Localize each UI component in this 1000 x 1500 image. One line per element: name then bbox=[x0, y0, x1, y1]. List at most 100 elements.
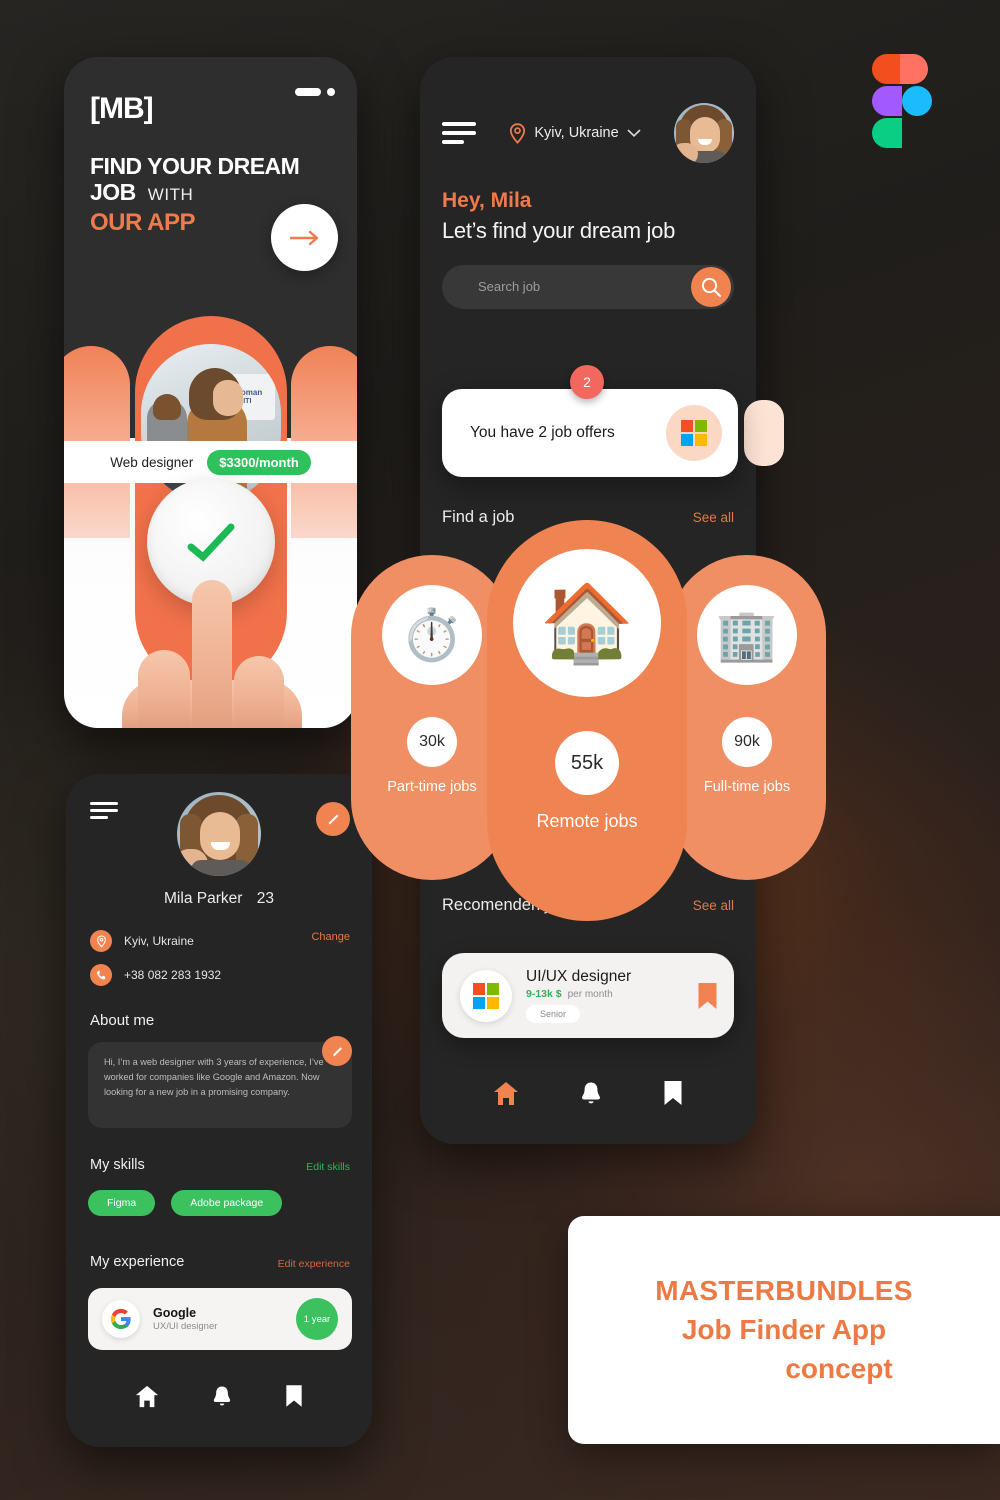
job-pay: 9-13k $ bbox=[526, 988, 562, 1000]
hand-illustration bbox=[64, 538, 357, 728]
greeting: Hey, Mila bbox=[442, 189, 532, 212]
about-me-text: Hi, I’m a web designer with 3 years of e… bbox=[104, 1057, 324, 1097]
headline-line-1: FIND YOUR DREAM bbox=[90, 153, 300, 179]
skills-chip-list: Figma Adobe package bbox=[88, 1190, 283, 1216]
see-all-find-a-job[interactable]: See all bbox=[693, 510, 734, 525]
experience-card[interactable]: Google UX/UI designer 1 year bbox=[88, 1288, 352, 1350]
category-count: 30k bbox=[407, 717, 457, 767]
status-indicator bbox=[295, 88, 335, 96]
greeting-subtitle: Let’s find your dream job bbox=[442, 218, 676, 243]
edit-about-button[interactable] bbox=[322, 1036, 352, 1066]
google-logo-icon bbox=[102, 1300, 140, 1338]
phone-profile-screen: Mila Parker 23 Kyiv, Ukraine Change +38 … bbox=[66, 774, 372, 1447]
location-label: Kyiv, Ukraine bbox=[534, 125, 619, 141]
bottom-navigation-home bbox=[420, 1064, 756, 1122]
search-button[interactable] bbox=[691, 266, 731, 307]
see-all-recommended[interactable]: See all bbox=[693, 898, 734, 913]
phone-onboarding-screen: [MB] FIND YOUR DREAM JOB WITH OUR APP Wo bbox=[64, 57, 357, 728]
edit-experience-link[interactable]: Edit experience bbox=[278, 1258, 350, 1270]
headline-line-2: JOB bbox=[90, 179, 136, 206]
status-pill bbox=[295, 88, 321, 96]
recommended-job-card[interactable]: UI/UX designer 9-13k $ per month Senior bbox=[442, 953, 734, 1038]
change-location-link[interactable]: Change bbox=[311, 931, 350, 943]
job-category-card-full-time[interactable]: 🏢 90k Full-time jobs bbox=[668, 555, 826, 880]
stopwatch-icon: ⏱️ bbox=[382, 585, 482, 685]
experience-company: Google bbox=[153, 1306, 197, 1320]
category-count: 90k bbox=[722, 717, 772, 767]
experience-role: UX/UI designer bbox=[153, 1321, 218, 1332]
skill-chip[interactable]: Figma bbox=[88, 1190, 156, 1216]
onboarding-next-button[interactable] bbox=[271, 204, 338, 271]
bell-icon[interactable] bbox=[580, 1081, 602, 1106]
onboarding-illustration: WomanEDITI Web designer $3300/month bbox=[64, 288, 357, 728]
bookmark-icon[interactable] bbox=[697, 982, 718, 1010]
profile-name-row: Mila Parker 23 bbox=[66, 890, 372, 908]
status-dot bbox=[327, 88, 335, 96]
edit-profile-button[interactable] bbox=[316, 802, 350, 836]
job-pay-period: per month bbox=[567, 989, 613, 1000]
avatar[interactable] bbox=[674, 103, 734, 163]
job-title: Web designer bbox=[110, 454, 194, 470]
search-input-placeholder[interactable]: Search job bbox=[478, 279, 540, 294]
bookmark-icon[interactable] bbox=[285, 1384, 303, 1408]
category-label: Full-time jobs bbox=[703, 779, 791, 795]
microsoft-logo-icon bbox=[460, 969, 512, 1022]
profile-phone: +38 082 283 1932 bbox=[124, 968, 222, 982]
project-name: Job Finder App bbox=[681, 1314, 887, 1345]
job-salary-badge: $3300/month bbox=[207, 449, 311, 475]
app-logo: [MB] bbox=[90, 92, 154, 125]
bookmark-icon[interactable] bbox=[663, 1080, 683, 1106]
job-offers-card[interactable]: You have 2 job offers bbox=[442, 389, 738, 477]
home-top-section: Kyiv, Ukraine Hey, Mila Let’s find your … bbox=[420, 57, 756, 309]
skill-chip[interactable]: Adobe package bbox=[171, 1190, 283, 1216]
experience-heading: My experience bbox=[90, 1254, 185, 1270]
job-title: UI/UX designer bbox=[526, 968, 632, 985]
pencil-icon bbox=[332, 1046, 342, 1056]
section-title: Find a job bbox=[442, 508, 515, 526]
search-icon bbox=[701, 277, 722, 297]
category-label: Remote jobs bbox=[536, 811, 638, 831]
phone-icon bbox=[90, 964, 112, 986]
about-me-heading: About me bbox=[90, 1012, 155, 1029]
profile-location: Kyiv, Ukraine bbox=[124, 934, 194, 948]
offers-card-peek bbox=[744, 400, 784, 466]
hamburger-menu-icon[interactable] bbox=[90, 802, 118, 819]
location-pin-icon bbox=[510, 122, 526, 144]
home-icon[interactable] bbox=[493, 1081, 519, 1106]
avatar[interactable] bbox=[177, 792, 261, 876]
category-count: 55k bbox=[555, 731, 619, 795]
pencil-icon bbox=[328, 814, 338, 824]
arrow-right-icon bbox=[289, 230, 318, 245]
location-selector[interactable]: Kyiv, Ukraine bbox=[509, 122, 641, 144]
home-icon[interactable] bbox=[135, 1385, 159, 1408]
experience-duration: 1 year bbox=[296, 1298, 338, 1340]
brand-name: MASTERBUNDLES bbox=[655, 1275, 913, 1306]
profile-age: 23 bbox=[256, 890, 274, 907]
job-offers-text: You have 2 job offers bbox=[470, 424, 615, 441]
offers-count-badge: 2 bbox=[570, 365, 604, 399]
location-pin-icon bbox=[90, 930, 112, 952]
chevron-down-icon bbox=[627, 129, 641, 137]
job-level-badge: Senior bbox=[526, 1005, 581, 1023]
skills-heading: My skills bbox=[90, 1157, 145, 1173]
profile-phone-row: +38 082 283 1932 bbox=[90, 964, 221, 986]
masterbundles-caption-card: MASTERBUNDLES Job Finder App concept bbox=[568, 1216, 1000, 1444]
microsoft-logo-icon bbox=[666, 405, 722, 461]
house-icon: 🏠 bbox=[513, 549, 661, 697]
bottom-navigation-profile bbox=[66, 1367, 372, 1425]
office-building-icon: 🏢 bbox=[697, 585, 797, 685]
design-canvas: [MB] FIND YOUR DREAM JOB WITH OUR APP Wo bbox=[0, 0, 1000, 1500]
profile-location-row: Kyiv, Ukraine bbox=[90, 930, 194, 952]
search-bar[interactable]: Search job bbox=[442, 264, 734, 309]
job-label-bar: Web designer $3300/month bbox=[64, 441, 357, 483]
category-label: Part-time jobs bbox=[387, 779, 477, 795]
profile-name: Mila Parker bbox=[164, 890, 243, 907]
hamburger-menu-icon[interactable] bbox=[442, 122, 476, 144]
edit-skills-link[interactable]: Edit skills bbox=[306, 1161, 350, 1173]
figma-logo-icon bbox=[872, 54, 932, 150]
job-category-card-remote[interactable]: 🏠 55k Remote jobs bbox=[487, 520, 687, 921]
project-subtitle: concept bbox=[785, 1353, 893, 1384]
bell-icon[interactable] bbox=[212, 1385, 232, 1408]
headline-with: WITH bbox=[147, 185, 194, 205]
about-me-box: Hi, I’m a web designer with 3 years of e… bbox=[88, 1042, 352, 1128]
